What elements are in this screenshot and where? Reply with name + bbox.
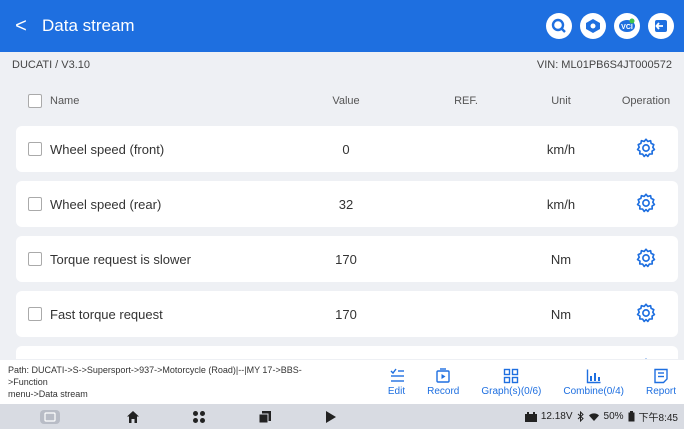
- wifi-icon: [588, 412, 599, 421]
- top-bar: < Data stream VCI: [0, 0, 684, 52]
- combine-button[interactable]: Combine(0/4): [563, 368, 624, 397]
- car-battery-icon: [524, 411, 537, 422]
- report-label: Report: [645, 385, 676, 397]
- top-icon-group: VCI: [546, 13, 674, 39]
- row-name-cell: Wheel speed (rear): [28, 197, 161, 212]
- row-name: Torque request is slower: [50, 251, 191, 267]
- table-row: Torque request is slower 170 Nm: [16, 236, 678, 282]
- back-button[interactable]: <: [10, 0, 32, 52]
- column-name: Name: [50, 95, 80, 107]
- grid-icon: [193, 410, 205, 423]
- row-operation: [616, 137, 676, 162]
- gear-icon[interactable]: [635, 137, 657, 162]
- app-icon: [40, 409, 60, 424]
- select-all: Name: [28, 94, 79, 108]
- graph-label: Graph(s)(0/6): [481, 385, 542, 397]
- column-value: Value: [332, 95, 360, 107]
- vehicle-version: DUCATI / V3.10: [12, 59, 91, 71]
- row-operation: [616, 192, 676, 217]
- row-name: Fast torque request: [50, 306, 163, 322]
- row-unit: km/h: [546, 141, 576, 157]
- row-checkbox[interactable]: [28, 197, 42, 211]
- row-name: Wheel speed (rear): [50, 196, 162, 212]
- info-bar: DUCATI / V3.10 VIN: ML01PB6S4JT000572: [0, 52, 684, 78]
- row-value: 32: [338, 196, 354, 212]
- page-title: Data stream: [42, 16, 135, 35]
- recent-apps-button[interactable]: [232, 410, 298, 424]
- edit-label: Edit: [387, 385, 406, 397]
- exit-icon[interactable]: [648, 13, 674, 39]
- graph-icon: [504, 368, 519, 383]
- home-button[interactable]: [100, 410, 166, 424]
- row-name-cell: Fast torque request: [28, 307, 163, 322]
- column-operation: Operation: [621, 95, 671, 107]
- edit-button[interactable]: Edit: [388, 368, 405, 397]
- clock: 下午8:45: [638, 413, 678, 424]
- record-icon: [436, 367, 450, 383]
- action-group: Edit Record Graph(s)(0/6) Combine(0/4) R…: [366, 367, 684, 397]
- gear-icon[interactable]: [635, 357, 657, 359]
- home-icon: [127, 410, 139, 423]
- table-row: Wheel speed (front) 0 km/h: [16, 126, 678, 172]
- table-row: Fast torque request 170 Nm: [16, 291, 678, 337]
- menu-grid-button[interactable]: [166, 410, 232, 424]
- row-value: 0: [342, 141, 350, 157]
- combine-label: Combine(0/4): [563, 385, 624, 397]
- column-unit: Unit: [551, 95, 571, 107]
- voltage-readout: 12.18V: [540, 411, 573, 422]
- path-line-2: menu->Data stream: [8, 389, 88, 399]
- row-name-cell: Wheel speed (front): [28, 142, 164, 157]
- play-button[interactable]: [298, 410, 364, 424]
- row-unit: Nm: [550, 251, 572, 267]
- vehicle-icon[interactable]: [580, 13, 606, 39]
- row-value: 170: [335, 251, 357, 267]
- report-button[interactable]: Report: [646, 368, 676, 397]
- report-icon: [654, 368, 668, 383]
- table-row-partial: [16, 346, 678, 359]
- row-operation: [616, 302, 676, 327]
- gear-icon[interactable]: [635, 302, 657, 327]
- row-name-cell: Torque request is slower: [28, 252, 191, 267]
- path-line-1: Path: DUCATI->S->Supersport->937->Motorc…: [8, 365, 302, 387]
- app-switch-button[interactable]: [0, 409, 100, 425]
- graph-button[interactable]: Graph(s)(0/6): [481, 368, 541, 397]
- row-name: Wheel speed (front): [50, 141, 165, 157]
- row-checkbox[interactable]: [28, 252, 42, 266]
- system-nav-bar: 12.18V 50% 下午8:45: [0, 404, 684, 429]
- row-unit: Nm: [550, 306, 572, 322]
- edit-list-icon: [390, 368, 404, 382]
- search-icon[interactable]: [546, 13, 572, 39]
- status-area: 12.18V 50% 下午8:45: [524, 409, 684, 424]
- table-header: Name Value REF. Unit Operation: [16, 84, 684, 118]
- column-ref: REF.: [454, 95, 478, 107]
- data-stream-list[interactable]: Wheel speed (front) 0 km/h Wheel speed (…: [16, 126, 680, 359]
- row-operation: [616, 247, 676, 272]
- gear-icon[interactable]: [635, 192, 657, 217]
- row-operation: [616, 357, 676, 359]
- gear-icon[interactable]: [635, 247, 657, 272]
- select-all-checkbox[interactable]: [28, 94, 42, 108]
- bluetooth-icon: [577, 411, 584, 422]
- combine-chart-icon: [586, 369, 601, 383]
- vci-icon[interactable]: VCI: [614, 13, 640, 39]
- table-row: Wheel speed (rear) 32 km/h: [16, 181, 678, 227]
- battery-icon: [628, 411, 635, 422]
- row-value: 170: [335, 306, 357, 322]
- bottom-action-bar: Path: DUCATI->S->Supersport->937->Motorc…: [0, 360, 684, 404]
- record-label: Record: [427, 385, 460, 397]
- record-button[interactable]: Record: [427, 367, 460, 397]
- battery-percent: 50%: [603, 411, 624, 422]
- recent-apps-icon: [258, 410, 271, 423]
- play-icon: [326, 410, 336, 423]
- svg-text:VCI: VCI: [621, 24, 633, 31]
- row-checkbox[interactable]: [28, 307, 42, 321]
- row-checkbox[interactable]: [28, 142, 42, 156]
- vin-label: VIN: ML01PB6S4JT000572: [536, 59, 672, 71]
- row-unit: km/h: [546, 196, 576, 212]
- path-text: Path: DUCATI->S->Supersport->937->Motorc…: [0, 364, 340, 400]
